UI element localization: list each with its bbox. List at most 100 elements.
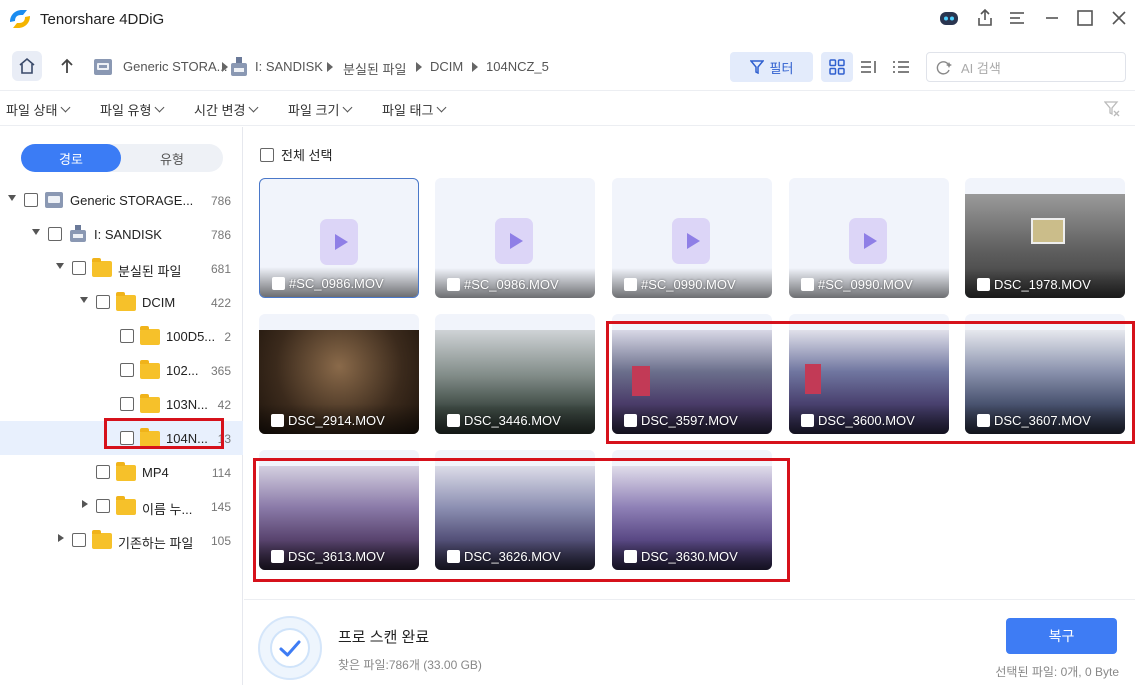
tree-checkbox[interactable]: [96, 295, 110, 309]
video-file-icon: [320, 219, 358, 265]
breadcrumb-item[interactable]: 104NCZ_5: [486, 59, 549, 74]
maximize-icon[interactable]: [1073, 6, 1097, 30]
file-name: DSC_3613.MOV: [288, 549, 385, 564]
file-tile[interactable]: #SC_0990.MOV: [612, 178, 772, 298]
clear-filter-icon[interactable]: [1103, 101, 1120, 120]
expand-arrow-icon[interactable]: [82, 500, 88, 508]
file-checkbox[interactable]: [977, 278, 990, 291]
breadcrumb-item[interactable]: DCIM: [430, 59, 463, 74]
tree-checkbox[interactable]: [120, 363, 134, 377]
close-icon[interactable]: [1107, 6, 1131, 30]
file-caption: DSC_3607.MOV: [965, 404, 1125, 434]
breadcrumb-item[interactable]: Generic STORA...: [123, 59, 228, 74]
tree-item-sandisk[interactable]: I: SANDISK 786: [0, 217, 243, 251]
file-tile[interactable]: #SC_0990.MOV: [789, 178, 949, 298]
tree-item-label: MP4: [142, 465, 169, 480]
usb-drive-icon: [229, 56, 249, 81]
tab-path[interactable]: 경로: [21, 144, 121, 172]
tab-type[interactable]: 유형: [121, 144, 223, 172]
expand-arrow-icon[interactable]: [56, 263, 64, 269]
assistant-bot-icon[interactable]: [937, 6, 961, 30]
tree-item-unnamed[interactable]: 이름 누... 145: [0, 489, 243, 523]
file-checkbox[interactable]: [271, 550, 284, 563]
home-button[interactable]: [12, 51, 42, 81]
folder-icon: [140, 428, 160, 447]
file-tile[interactable]: #SC_0986.MOV: [435, 178, 595, 298]
file-tile[interactable]: DSC_3600.MOV: [789, 314, 949, 434]
file-checkbox[interactable]: [272, 277, 285, 290]
tree-checkbox[interactable]: [120, 397, 134, 411]
grid-view-icon[interactable]: [821, 52, 853, 82]
file-checkbox[interactable]: [624, 550, 637, 563]
tree-item-mp4[interactable]: MP4 114: [0, 455, 243, 489]
tree-checkbox[interactable]: [48, 227, 62, 241]
file-checkbox[interactable]: [624, 278, 637, 291]
file-checkbox[interactable]: [801, 278, 814, 291]
tree-item-existing-files[interactable]: 기존하는 파일 105: [0, 523, 243, 557]
select-all[interactable]: 전체 선택: [260, 145, 332, 164]
file-caption: DSC_3597.MOV: [612, 404, 772, 434]
file-status-dropdown[interactable]: 파일 상태: [6, 100, 71, 119]
file-checkbox[interactable]: [624, 414, 637, 427]
recover-button[interactable]: 복구: [1006, 618, 1117, 654]
detail-list-icon[interactable]: [853, 52, 885, 82]
up-arrow-icon[interactable]: [56, 54, 78, 78]
tree-item-count: 786: [210, 194, 231, 208]
dropdown-label: 시간 변경: [194, 103, 246, 118]
video-file-icon: [849, 218, 887, 264]
file-name: DSC_3630.MOV: [641, 549, 738, 564]
file-checkbox[interactable]: [977, 414, 990, 427]
expand-arrow-icon[interactable]: [8, 195, 16, 201]
tree-checkbox[interactable]: [72, 261, 86, 275]
filter-button[interactable]: 필터: [730, 52, 813, 82]
tree-item-label: 104N...: [166, 431, 208, 446]
select-all-checkbox[interactable]: [260, 147, 274, 162]
tree-checkbox[interactable]: [120, 329, 134, 343]
tree-item-103n[interactable]: 103N... 42: [0, 387, 243, 421]
file-checkbox[interactable]: [801, 414, 814, 427]
breadcrumb-item[interactable]: 분실된 파일: [343, 59, 406, 78]
tree-item-generic-storage[interactable]: Generic STORAGE... 786: [0, 183, 243, 217]
expand-arrow-icon[interactable]: [32, 229, 40, 235]
folder-icon: [140, 360, 160, 379]
file-tag-dropdown[interactable]: 파일 태그: [382, 100, 447, 119]
file-tile[interactable]: DSC_3613.MOV: [259, 450, 419, 570]
file-tile[interactable]: DSC_3607.MOV: [965, 314, 1125, 434]
tree-item-100d5[interactable]: 100D5... 2: [0, 319, 243, 353]
breadcrumb-item[interactable]: I: SANDISK: [255, 59, 323, 74]
time-modified-dropdown[interactable]: 시간 변경: [194, 100, 259, 119]
file-type-dropdown[interactable]: 파일 유형: [100, 100, 165, 119]
list-view-icon[interactable]: [885, 52, 917, 82]
tree-item-104n[interactable]: 104N... 13: [0, 418, 243, 455]
search-input[interactable]: [961, 59, 1111, 77]
file-caption: DSC_3446.MOV: [435, 404, 595, 434]
tree-checkbox[interactable]: [96, 499, 110, 513]
file-tile[interactable]: DSC_3446.MOV: [435, 314, 595, 434]
chevron-down-icon: [343, 102, 353, 113]
file-size-dropdown[interactable]: 파일 크기: [288, 100, 353, 119]
tree-item-lost-files[interactable]: 분실된 파일 681: [0, 251, 243, 285]
tree-checkbox[interactable]: [96, 465, 110, 479]
file-tile[interactable]: #SC_0986.MOV: [259, 178, 419, 298]
file-tile[interactable]: DSC_2914.MOV: [259, 314, 419, 434]
share-icon[interactable]: [973, 6, 997, 30]
file-checkbox[interactable]: [447, 414, 460, 427]
tree-item-dcim[interactable]: DCIM 422: [0, 285, 243, 319]
tree-checkbox[interactable]: [24, 193, 38, 207]
file-tile[interactable]: DSC_3626.MOV: [435, 450, 595, 570]
menu-icon[interactable]: [1005, 6, 1029, 30]
minimize-icon[interactable]: [1040, 6, 1064, 30]
tree-item-count: 13: [217, 432, 231, 446]
tree-checkbox[interactable]: [120, 431, 134, 445]
tree-item-102[interactable]: 102... 365: [0, 353, 243, 387]
file-tile[interactable]: DSC_1978.MOV: [965, 178, 1125, 298]
file-tile[interactable]: DSC_3597.MOV: [612, 314, 772, 434]
file-checkbox[interactable]: [271, 414, 284, 427]
tree-checkbox[interactable]: [72, 533, 86, 547]
file-tile[interactable]: DSC_3630.MOV: [612, 450, 772, 570]
expand-arrow-icon[interactable]: [58, 534, 64, 542]
expand-arrow-icon[interactable]: [80, 297, 88, 303]
file-checkbox[interactable]: [447, 550, 460, 563]
file-checkbox[interactable]: [447, 278, 460, 291]
app-title: Tenorshare 4DDiG: [40, 11, 165, 28]
